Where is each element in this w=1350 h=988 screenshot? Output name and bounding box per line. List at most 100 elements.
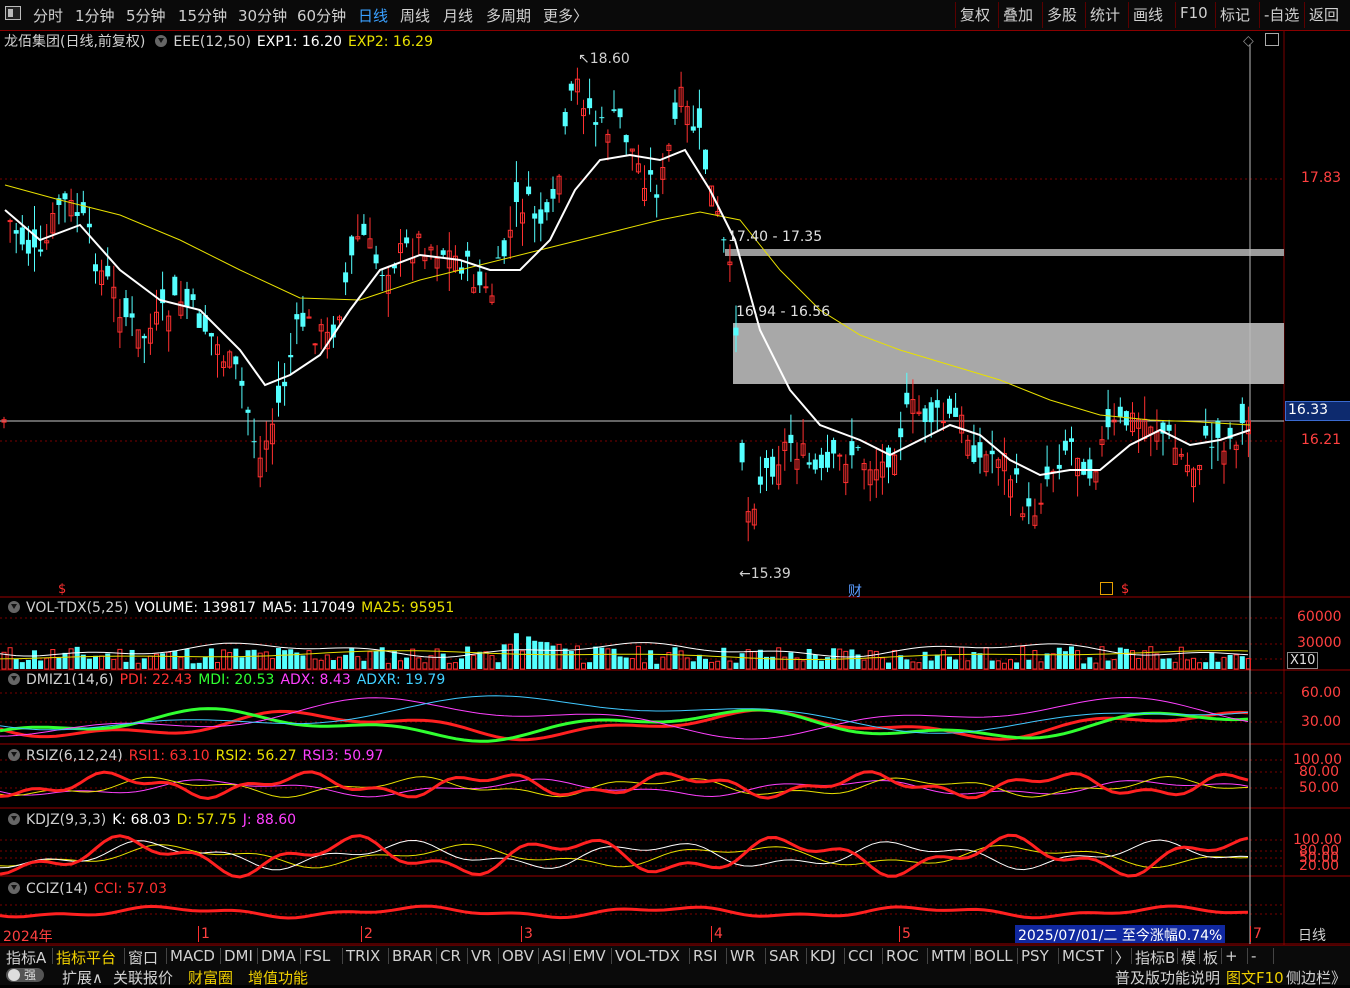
candle-body-down: [562, 112, 568, 127]
volume-dropdown-icon[interactable]: [8, 601, 20, 613]
indicator-tab-1[interactable]: 指标平台: [56, 947, 116, 968]
indicator-tab-8[interactable]: BRAR: [392, 947, 433, 965]
indicator-tab-21[interactable]: MTM: [931, 947, 966, 965]
finance-marker[interactable]: 财: [848, 581, 862, 601]
volume-bar-up: [471, 654, 477, 670]
indicator-tab-5[interactable]: DMA: [261, 947, 296, 965]
volume-bar-down: [361, 660, 367, 669]
candle-body-down: [404, 237, 410, 244]
indicator-name: EEE(12,50): [173, 34, 251, 50]
volume-bar-down: [928, 660, 934, 669]
rsi-dropdown-icon[interactable]: [8, 749, 20, 761]
indicator-tab-0[interactable]: 指标A: [6, 947, 46, 968]
zone1-label: 17.40 - 17.35: [728, 229, 823, 245]
volume-bar-up: [1184, 659, 1190, 670]
indicator-tab-25[interactable]: 〉: [1115, 947, 1130, 968]
indicator-tab-17[interactable]: SAR: [769, 947, 799, 965]
dmi-dropdown-icon[interactable]: [8, 673, 20, 685]
indicator-tab-29[interactable]: +: [1225, 947, 1238, 965]
toggle-switch[interactable]: 强: [6, 968, 44, 982]
tab-separator: [1058, 948, 1059, 964]
candle-body-up: [7, 220, 13, 223]
volume-bar-down: [562, 648, 568, 669]
cci-dropdown-icon[interactable]: [8, 882, 20, 894]
candle-body-down: [172, 276, 178, 296]
indicator-tab-14[interactable]: VOL-TDX: [615, 947, 680, 965]
indicator-tab-20[interactable]: ROC: [886, 947, 919, 965]
volume-bar-down: [757, 649, 763, 669]
indicator-tab-19[interactable]: CCI: [848, 947, 873, 965]
indicator-tab-13[interactable]: EMV: [573, 947, 606, 965]
indicator-tab-26[interactable]: 指标B: [1135, 947, 1175, 968]
candle-body-down: [770, 456, 776, 477]
candle-body-down: [93, 264, 98, 272]
volume-bar-down: [32, 650, 37, 669]
tab-separator: [611, 948, 612, 964]
volume-bar-up: [416, 657, 422, 670]
low-price-value: 15.39: [750, 566, 791, 582]
volume-bar-down: [251, 649, 257, 669]
volume-bar-up: [269, 658, 275, 670]
volume-bar-up: [642, 662, 647, 670]
dividend-marker-1[interactable]: $: [58, 582, 66, 597]
tab-separator: [927, 948, 928, 964]
volume-bar-up: [135, 662, 141, 670]
indicator-tab-30[interactable]: -: [1251, 947, 1256, 965]
volume-bar-down: [544, 642, 550, 669]
volume-bar-down: [739, 653, 745, 669]
dmi-adx: ADX: 8.43: [280, 672, 351, 688]
indicator-tab-28[interactable]: 板: [1203, 947, 1218, 968]
volume-bar-up: [99, 655, 105, 670]
indicator-tab-3[interactable]: MACD: [170, 947, 215, 965]
volume-bar-down: [1239, 656, 1245, 669]
indicator-tab-10[interactable]: VR: [471, 947, 492, 965]
event-box-marker[interactable]: [1100, 582, 1113, 595]
kdj-dropdown-icon[interactable]: [8, 813, 20, 825]
indicator-tab-9[interactable]: CR: [440, 947, 461, 965]
candle-body-down: [294, 314, 300, 320]
candle-body-down: [1209, 446, 1215, 448]
indicator-tab-12[interactable]: ASI: [542, 947, 566, 965]
dmi-axis-30: 30.00: [1301, 714, 1342, 730]
indicator-tab-23[interactable]: PSY: [1021, 947, 1049, 965]
resistance-zone-1: [725, 249, 1284, 256]
volume-bar-down: [459, 658, 464, 669]
indicator-tab-15[interactable]: RSI: [693, 947, 717, 965]
indicator-tab-27[interactable]: 模: [1181, 947, 1196, 968]
candle-body-down: [208, 333, 214, 337]
indicator-tab-6[interactable]: FSL: [304, 947, 330, 965]
candle-body-down: [648, 170, 654, 175]
indicator-tab-18[interactable]: KDJ: [810, 947, 836, 965]
period-label[interactable]: 日线: [1298, 925, 1326, 945]
volume-bar-up: [1148, 646, 1154, 670]
candle-body-down: [62, 193, 68, 200]
diamond-icon[interactable]: ◇: [1243, 33, 1254, 49]
indicator-tab-11[interactable]: OBV: [502, 947, 534, 965]
panel-toggle-icon[interactable]: [1265, 33, 1279, 46]
volume-header: VOL-TDX(5,25) VOLUME: 139817 MA5: 117049 MA…: [4, 600, 460, 616]
ema-short-line: [4, 148, 1251, 477]
candle-body-down: [25, 239, 31, 254]
volume-unit-tag: X10: [1287, 652, 1319, 669]
volume-bar-up: [983, 647, 989, 670]
indicator-tab-22[interactable]: BOLL: [974, 947, 1013, 965]
indicator-tab-16[interactable]: WR: [730, 947, 755, 965]
volume-bar-up: [1111, 659, 1117, 670]
indicator-tab-2[interactable]: 窗口: [128, 947, 158, 968]
indicator-tab-4[interactable]: DMI: [224, 947, 253, 965]
rsi-rsi3: RSI3: 50.97: [302, 748, 384, 764]
date-axis-month: 4: [714, 926, 723, 942]
dividend-marker-2[interactable]: $: [1121, 582, 1129, 597]
volume-bar-up: [1008, 659, 1013, 670]
chart-canvas[interactable]: [0, 0, 1350, 945]
indicator-dropdown-icon[interactable]: [155, 35, 168, 47]
high-price-label: ↖18.60: [578, 51, 630, 67]
indicator-tab-7[interactable]: TRIX: [346, 947, 380, 965]
volume-bar-down: [141, 658, 147, 669]
volume-bar-down: [196, 662, 202, 669]
volume-bar-down: [1087, 657, 1093, 669]
volume-bar-down: [898, 655, 904, 669]
volume-bar-down: [922, 651, 928, 669]
tab-separator: [300, 948, 301, 964]
indicator-tab-24[interactable]: MCST: [1062, 947, 1104, 965]
